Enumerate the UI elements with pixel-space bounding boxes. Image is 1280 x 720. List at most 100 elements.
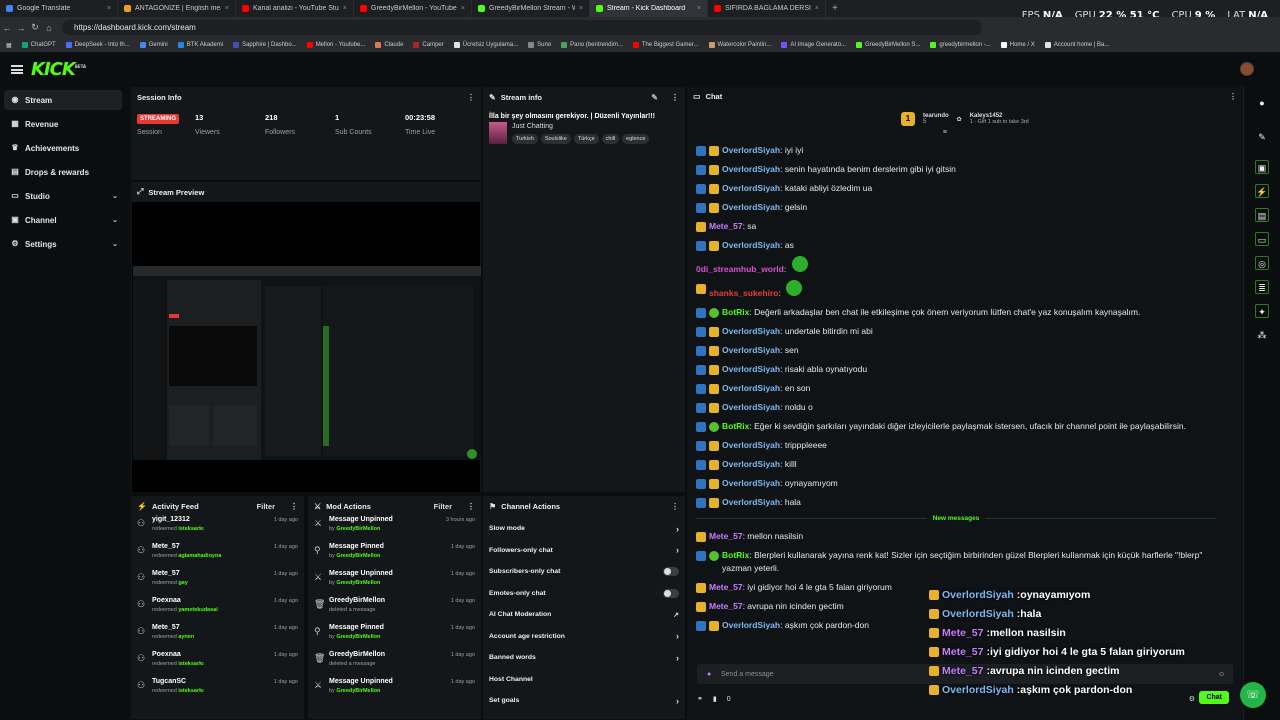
video-player[interactable] (132, 202, 481, 492)
avatar[interactable] (1240, 62, 1254, 76)
browser-tab[interactable]: Google Translate × (0, 0, 118, 17)
activity-user[interactable]: Mete_57 (152, 570, 268, 577)
edit-pencil-icon[interactable]: ✎ (651, 93, 658, 102)
broadcast-icon[interactable]: ◎ (1255, 256, 1269, 270)
message-icon[interactable]: ▭ (1255, 232, 1269, 246)
chat-username[interactable]: OverlordSiyah (722, 440, 780, 450)
chat-username[interactable]: OverlordSiyah (722, 383, 780, 393)
close-icon[interactable]: × (461, 5, 465, 12)
chat-username[interactable]: OverlordSiyah (722, 202, 780, 212)
chat-username[interactable]: Mete_57 (709, 601, 743, 611)
browser-tab[interactable]: GreedyBirMellon Stream - Watch × (472, 0, 590, 17)
moderator-name[interactable]: GreedyBirMellon (336, 526, 380, 532)
chat-username[interactable]: OverlordSiyah (722, 240, 780, 250)
filter-button[interactable]: Filter (434, 502, 452, 511)
close-icon[interactable]: × (225, 5, 229, 12)
more-options-icon[interactable]: ⋮ (1229, 92, 1237, 101)
bookmark-item[interactable]: BTK Akademi (177, 42, 223, 48)
chat-username[interactable]: OverlordSiyah (722, 345, 780, 355)
bookmark-item[interactable]: The Biggest Gamer... (632, 42, 699, 48)
more-options-icon[interactable]: ⋮ (467, 93, 475, 102)
sidebar-item-achievements[interactable]: ♛ Achievements (4, 138, 122, 158)
activity-user[interactable]: Mete_57 (152, 624, 268, 631)
browser-tab[interactable]: Stream - Kick Dashboard × (590, 0, 708, 17)
bookmark-item[interactable]: Camper (413, 42, 444, 48)
chevron-down-icon[interactable]: ⌄ (112, 240, 118, 248)
chat-username[interactable]: BotRix (722, 550, 749, 560)
channel-action-host-channel[interactable]: Host Channel (483, 669, 685, 691)
sidebar-item-settings[interactable]: ⚙ Settings ⌄ (4, 234, 122, 254)
close-icon[interactable]: × (697, 5, 701, 12)
more-options-icon[interactable]: ⋮ (290, 502, 298, 511)
bookmark-item[interactable]: Ücretsiz Uygulama... (453, 42, 518, 48)
browser-tab[interactable]: GreedyBirMellon - YouTube × (354, 0, 472, 17)
expand-leaderboard-icon[interactable]: ≡ (861, 129, 1029, 136)
chat-username[interactable]: shanks_sukehiro (709, 288, 778, 298)
bookmark-item[interactable]: Sapphire | Dashbo... (233, 42, 297, 48)
channel-action-slow-mode[interactable]: Slow mode › (483, 518, 685, 540)
bookmark-item[interactable]: Account home | Ba... (1044, 42, 1109, 48)
chat-username[interactable]: OverlordSiyah (722, 620, 780, 630)
channel-action-set-goals[interactable]: Set goals › (483, 690, 685, 712)
close-icon[interactable]: × (343, 5, 347, 12)
more-options-icon[interactable]: ⋮ (671, 502, 679, 511)
activity-user[interactable]: Poexnaa (152, 651, 268, 658)
flash-icon[interactable]: ⚡ (1255, 184, 1269, 198)
stream-tag[interactable]: chill (601, 134, 620, 144)
chevron-down-icon[interactable]: ⌄ (112, 192, 118, 200)
emoji-icon[interactable]: ☺ (1218, 671, 1225, 678)
chat-username[interactable]: OverlordSiyah (722, 364, 780, 374)
filter-button[interactable]: Filter (257, 502, 275, 511)
sidebar-item-revenue[interactable]: ▦ Revenue (4, 114, 122, 134)
sidebar-item-channel[interactable]: ▣ Channel ⌄ (4, 210, 122, 230)
chat-username[interactable]: Mete_57 (709, 531, 743, 541)
moderator-name[interactable]: GreedyBirMellon (336, 688, 380, 694)
chat-username[interactable]: OverlordSiyah (722, 145, 780, 155)
bookmark-item[interactable]: GreedyBirMellon S... (856, 42, 920, 48)
chat-username[interactable]: OverlordSiyah (722, 402, 780, 412)
channel-action-banned-words[interactable]: Banned words › (483, 647, 685, 669)
bookmark-item[interactable]: Mellon - Youtube... (306, 42, 365, 48)
emote-icon[interactable]: ● (707, 671, 711, 678)
activity-user[interactable]: Mete_57 (152, 543, 268, 550)
channel-action-emotes-only-chat[interactable]: Emotes-only chat (483, 583, 685, 605)
home-icon[interactable]: ⌂ (42, 23, 56, 33)
sidebar-item-studio[interactable]: ▭ Studio ⌄ (4, 186, 122, 206)
bookmark-item[interactable]: Home / X (1000, 42, 1035, 48)
toggle-switch[interactable] (663, 588, 679, 598)
moderator-name[interactable]: GreedyBirMellon (336, 553, 380, 559)
close-icon[interactable]: × (815, 5, 819, 12)
users-icon[interactable]: ⁂ (1255, 328, 1269, 342)
toggle-switch[interactable] (663, 567, 679, 577)
pencil-icon[interactable]: ✎ (1255, 130, 1269, 144)
forward-icon[interactable]: → (14, 23, 28, 33)
chat-username[interactable]: OverlordSiyah (722, 326, 780, 336)
sidebar-item-drops[interactable]: ▤ Drops & rewards (4, 162, 122, 182)
stream-tag[interactable]: Soulslike (540, 134, 571, 144)
settings-icon[interactable]: ⚙ (1189, 695, 1195, 703)
activity-user[interactable]: yigit_12312 (152, 516, 268, 523)
moderator-name[interactable]: GreedyBirMellon (336, 580, 380, 586)
chat-username[interactable]: OverlordSiyah (722, 459, 780, 469)
stream-tag[interactable]: Türkçe (573, 134, 599, 144)
layout-icon[interactable]: ▣ (1255, 160, 1269, 174)
sidebar-item-stream[interactable]: ◉ Stream (4, 90, 122, 110)
more-options-icon[interactable]: ⋮ (671, 93, 679, 102)
reload-icon[interactable]: ↻ (28, 22, 42, 33)
bookmark-item[interactable]: Suno (528, 42, 551, 48)
channel-action-ai-chat-moderation[interactable]: AI Chat Moderation ↗ (483, 604, 685, 626)
back-icon[interactable]: ← (0, 23, 14, 33)
chat-username[interactable]: OverlordSiyah (722, 183, 780, 193)
chat-username[interactable]: BotRix (722, 421, 749, 431)
url-input[interactable]: https://dashboard.kick.com/stream (62, 20, 982, 35)
browser-tab[interactable]: ANTAGONIZE | English meaning - × (118, 0, 236, 17)
stream-tag[interactable]: Turkish (512, 134, 538, 144)
channel-points-icon[interactable]: ⚭ (697, 695, 703, 703)
expand-icon[interactable]: ⤢ (137, 187, 143, 197)
channel-action-account-age-restriction[interactable]: Account age restriction › (483, 626, 685, 648)
moderator-name[interactable]: GreedyBirMellon (336, 634, 380, 640)
browser-tab[interactable]: SIFIRDA BAĞLAMA DERSİ 5 ( Nota... × (708, 0, 826, 17)
server-icon[interactable]: ≣ (1255, 280, 1269, 294)
chevron-down-icon[interactable]: ⌄ (112, 216, 118, 224)
send-chat-button[interactable]: Chat (1199, 691, 1229, 704)
